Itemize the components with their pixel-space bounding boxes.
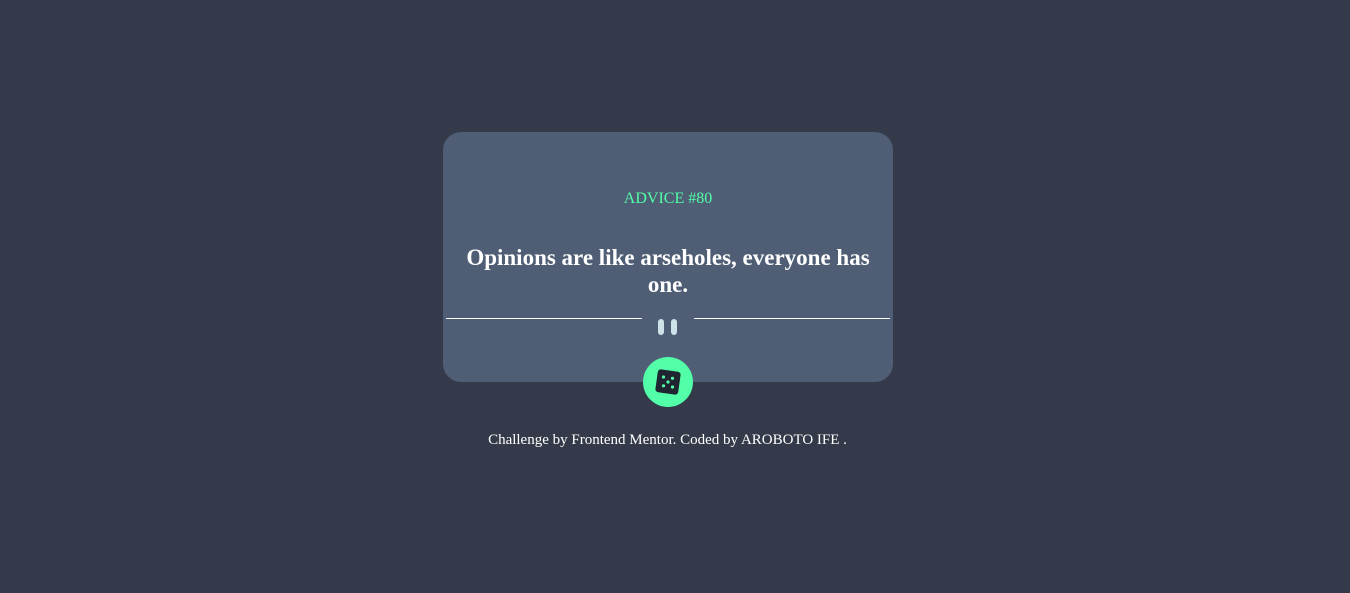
advice-number-label: ADVICE #80 xyxy=(623,190,713,207)
divider-line-right xyxy=(694,318,890,319)
pause-icon xyxy=(657,319,679,335)
advice-card: ADVICE #80 Opinions are like arseholes, … xyxy=(443,132,893,382)
generate-advice-button[interactable] xyxy=(643,357,693,407)
advice-text: Opinions are like arseholes, everyone ha… xyxy=(466,245,870,297)
divider-line-left xyxy=(446,318,642,319)
pause-bar-right xyxy=(671,319,677,335)
footer-attribution: Challenge by Frontend Mentor. Coded by A… xyxy=(488,432,847,448)
pause-bar-left xyxy=(658,319,664,335)
dice-icon xyxy=(655,369,681,395)
